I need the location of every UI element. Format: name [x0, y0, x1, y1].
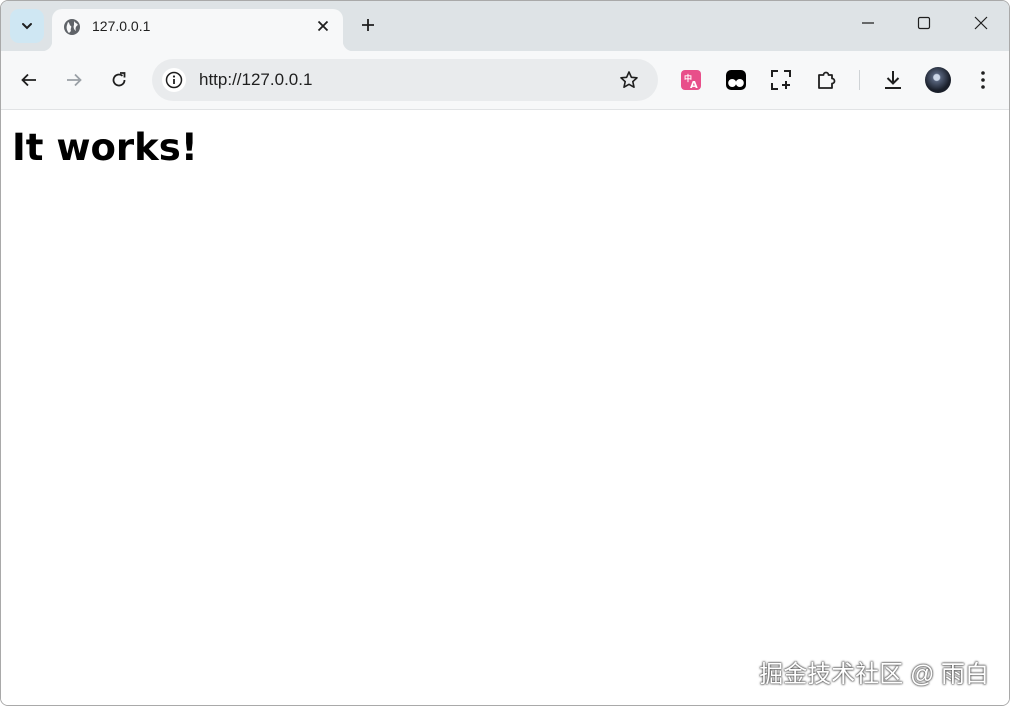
arrow-left-icon: [21, 73, 36, 87]
tab-search-button[interactable]: [10, 9, 44, 43]
bookmark-button[interactable]: [618, 69, 640, 91]
address-bar[interactable]: http://127.0.0.1: [152, 59, 658, 101]
minimize-icon: [862, 22, 874, 24]
page-content: It works! 掘金技术社区 @ 雨白: [1, 110, 1009, 705]
reload-button[interactable]: [105, 66, 133, 94]
page-heading: It works!: [12, 126, 198, 169]
minimize-button[interactable]: [854, 9, 882, 37]
forward-button[interactable]: [60, 66, 88, 94]
profile-avatar[interactable]: [925, 67, 951, 93]
maximize-icon: [917, 16, 931, 30]
chevron-down-icon: [22, 23, 32, 30]
toolbar-divider: [859, 70, 860, 90]
download-icon[interactable]: [881, 68, 905, 92]
tab-strip: 127.0.0.1: [1, 1, 1009, 51]
close-tab-button[interactable]: [313, 16, 333, 36]
more-menu-icon[interactable]: [971, 68, 995, 92]
close-icon: [974, 16, 988, 30]
translate-extension-icon[interactable]: 中A: [679, 68, 703, 92]
globe-icon: [63, 18, 81, 36]
site-info-button[interactable]: [162, 68, 186, 92]
back-button[interactable]: [15, 66, 43, 94]
close-icon: [317, 20, 329, 32]
browser-toolbar: http://127.0.0.1 中A: [1, 51, 1009, 110]
screenshot-icon[interactable]: [769, 68, 793, 92]
url-text[interactable]: http://127.0.0.1: [199, 70, 312, 90]
browser-window: 127.0.0.1 http://127.0.0.1 中 A It works!…: [0, 0, 1010, 706]
star-icon: [620, 71, 638, 88]
close-window-button[interactable]: [967, 9, 995, 37]
tab-title: 127.0.0.1: [92, 18, 151, 34]
extensions-puzzle-icon[interactable]: [815, 68, 839, 92]
info-icon: [165, 71, 183, 89]
new-tab-button[interactable]: [354, 11, 382, 39]
browser-tab[interactable]: 127.0.0.1: [42, 9, 353, 51]
arrow-right-icon: [67, 73, 82, 87]
reload-icon: [112, 72, 126, 87]
plus-icon: [362, 19, 374, 31]
maximize-button[interactable]: [910, 9, 938, 37]
svg-text:A: A: [690, 80, 698, 91]
tampermonkey-icon[interactable]: [724, 68, 748, 92]
watermark: 掘金技术社区 @ 雨白: [759, 661, 989, 688]
